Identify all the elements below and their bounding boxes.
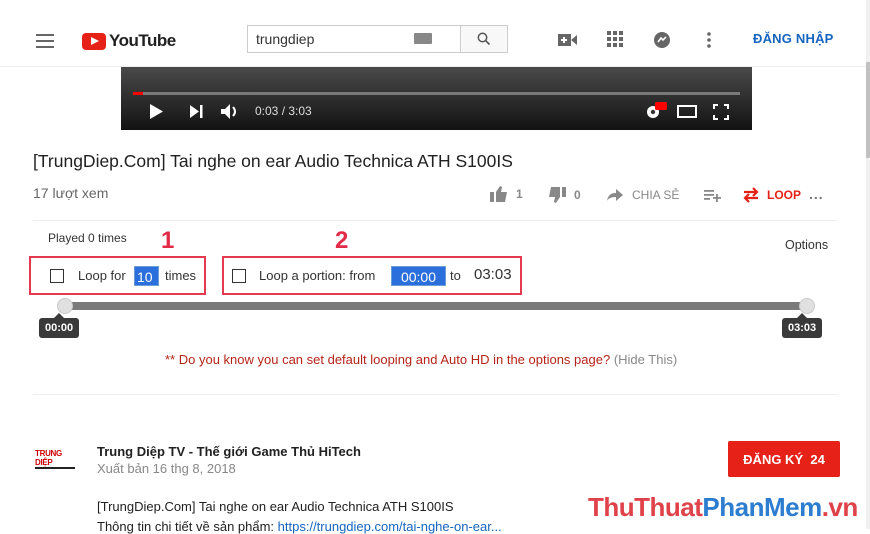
subscribe-label: ĐĂNG KÝ xyxy=(743,451,804,467)
theater-mode-icon[interactable] xyxy=(677,105,697,118)
video-progress-bar[interactable] xyxy=(133,92,740,95)
video-time: 0:03 / 3:03 xyxy=(255,104,312,118)
loop-label: LOOP xyxy=(767,188,802,202)
thumbs-down-icon xyxy=(549,187,566,203)
loop-range-slider[interactable] xyxy=(63,302,808,310)
loop-from-input[interactable]: 00:00 xyxy=(391,266,446,286)
menu-icon[interactable] xyxy=(36,30,54,52)
watermark-part1: ThuThuat xyxy=(588,492,703,522)
hide-hint-link[interactable]: (Hide This) xyxy=(614,352,677,367)
divider xyxy=(33,220,838,221)
divider xyxy=(33,394,838,395)
loop-to-input[interactable]: 03:03 xyxy=(474,266,512,283)
range-start-handle[interactable] xyxy=(57,298,73,314)
range-end-tooltip: 03:03 xyxy=(782,313,823,338)
loop-for-checkbox[interactable] xyxy=(50,269,64,283)
loop-icon xyxy=(743,187,759,203)
video-progress-fill xyxy=(133,92,143,95)
looper-hint: ** Do you know you can set default loopi… xyxy=(165,352,677,367)
apps-grid-icon[interactable] xyxy=(607,31,623,47)
description-line: Thông tin chi tiết về sản phẩm: https://… xyxy=(97,519,502,534)
looper-options-link[interactable]: Options xyxy=(785,238,828,252)
range-start-time: 00:00 xyxy=(45,322,74,334)
keyboard-icon[interactable] xyxy=(414,33,432,44)
subscribe-button[interactable]: ĐĂNG KÝ 24 xyxy=(728,441,840,477)
add-to-playlist-icon[interactable] xyxy=(704,189,721,202)
video-player[interactable] xyxy=(121,67,752,130)
subscriber-count: 24 xyxy=(810,451,825,467)
settings-hd-icon[interactable] xyxy=(645,102,667,120)
view-count: 17 lượt xem xyxy=(33,185,109,201)
video-title: [TrungDiep.Com] Tai nghe on ear Audio Te… xyxy=(33,151,513,171)
signin-button[interactable]: ĐĂNG NHẬP xyxy=(753,31,834,46)
search-button[interactable] xyxy=(461,25,508,53)
description-link[interactable]: https://trungdiep.com/tai-nghe-on-ear... xyxy=(278,519,502,534)
more-vertical-icon[interactable] xyxy=(706,31,712,49)
share-button[interactable]: CHIA SẺ xyxy=(607,188,679,202)
description-line: [TrungDiep.Com] Tai nghe on ear Audio Te… xyxy=(97,499,454,514)
description-prefix: Thông tin chi tiết về sản phẩm: xyxy=(97,519,278,534)
range-start-tooltip: 00:00 xyxy=(39,313,80,338)
channel-logo[interactable]: TRUNG DIỆP xyxy=(35,443,75,469)
search-icon xyxy=(477,32,491,46)
times-label: times xyxy=(165,268,197,283)
next-icon[interactable] xyxy=(190,105,203,118)
channel-logo-text: TRUNG DIỆP xyxy=(35,443,75,469)
loop-button[interactable]: LOOP xyxy=(741,186,801,204)
range-end-handle[interactable] xyxy=(799,298,815,314)
youtube-logo[interactable]: YouTube xyxy=(82,31,176,51)
loop-portion-label: Loop a portion: from xyxy=(259,268,376,283)
annotation-marker-1: 1 xyxy=(161,227,175,254)
search-value: trungdiep xyxy=(256,31,315,47)
channel-name[interactable]: Trung Diệp TV - Thế giới Game Thủ HiTech xyxy=(97,444,361,459)
upload-video-icon[interactable] xyxy=(558,33,578,47)
loop-for-label: Loop for xyxy=(78,268,126,283)
share-label: CHIA SẺ xyxy=(632,188,680,202)
youtube-play-icon xyxy=(82,32,106,50)
watermark: ThuThuatPhanMem.vn xyxy=(588,492,858,523)
to-label: to xyxy=(450,268,461,283)
scrollbar-thumb[interactable] xyxy=(866,62,870,158)
publish-date: Xuất bản 16 thg 8, 2018 xyxy=(97,461,236,476)
play-icon[interactable] xyxy=(150,104,163,119)
watermark-part2: PhanMem xyxy=(702,492,822,522)
dislike-count: 0 xyxy=(574,188,581,202)
loop-count-input[interactable]: 10 xyxy=(134,266,159,286)
thumbs-up-icon xyxy=(490,186,507,202)
fullscreen-icon[interactable] xyxy=(713,104,729,120)
more-actions-button[interactable]: ... xyxy=(809,186,824,202)
loop-portion-checkbox[interactable] xyxy=(232,269,246,283)
dislike-button[interactable]: 0 xyxy=(548,187,581,203)
annotation-marker-2: 2 xyxy=(335,227,349,254)
logo-text: YouTube xyxy=(109,31,176,50)
like-button[interactable]: 1 xyxy=(490,186,523,202)
volume-icon[interactable] xyxy=(221,104,241,119)
hint-text: ** Do you know you can set default loopi… xyxy=(165,352,611,367)
played-count: Played 0 times xyxy=(48,231,127,245)
share-icon xyxy=(607,189,623,201)
like-count: 1 xyxy=(516,187,523,201)
range-end-time: 03:03 xyxy=(788,322,817,334)
watermark-part3: .vn xyxy=(821,492,859,522)
messages-icon[interactable] xyxy=(653,31,671,49)
